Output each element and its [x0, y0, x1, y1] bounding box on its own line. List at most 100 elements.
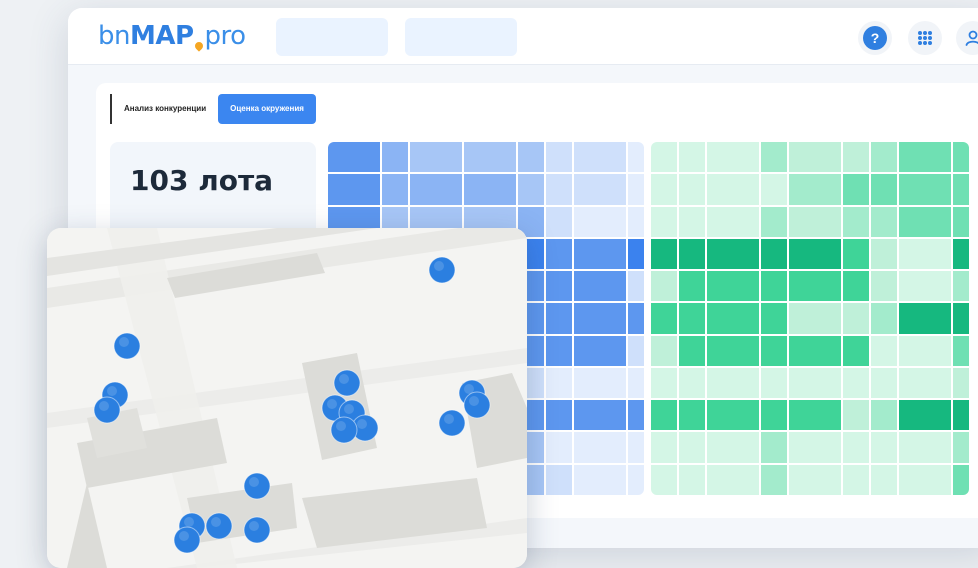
- green-heatmap-cell[interactable]: [707, 432, 759, 463]
- green-heatmap-cell[interactable]: [871, 464, 897, 495]
- green-heatmap-cell[interactable]: [871, 303, 897, 334]
- green-heatmap-cell[interactable]: [871, 432, 897, 463]
- green-heatmap-cell[interactable]: [679, 174, 705, 205]
- green-heatmap-cell[interactable]: [761, 464, 787, 495]
- green-heatmap-cell[interactable]: [761, 400, 787, 431]
- green-heatmap-cell[interactable]: [899, 238, 951, 270]
- bnmap-logo[interactable]: bnMAP pro: [98, 20, 246, 52]
- user-profile-button[interactable]: [956, 21, 978, 55]
- blue-heatmap-cell[interactable]: [546, 206, 572, 237]
- blue-heatmap-cell[interactable]: [546, 303, 572, 334]
- green-heatmap-cell[interactable]: [871, 174, 897, 205]
- green-heatmap-cell[interactable]: [707, 174, 759, 205]
- apps-menu-button[interactable]: [908, 21, 942, 55]
- green-heatmap-cell[interactable]: [843, 464, 869, 495]
- green-heatmap-cell[interactable]: [651, 367, 677, 399]
- green-heatmap-cell[interactable]: [899, 464, 951, 495]
- green-heatmap-cell[interactable]: [679, 238, 705, 270]
- green-heatmap-cell[interactable]: [899, 174, 951, 205]
- green-heatmap-cell[interactable]: [707, 271, 759, 302]
- green-heatmap-cell[interactable]: [707, 238, 759, 270]
- green-heatmap-cell[interactable]: [953, 206, 969, 237]
- blue-heatmap-cell[interactable]: [464, 142, 516, 173]
- green-heatmap-cell[interactable]: [843, 206, 869, 237]
- green-heatmap-cell[interactable]: [761, 432, 787, 463]
- blue-heatmap-cell[interactable]: [464, 174, 516, 205]
- green-heatmap-cell[interactable]: [789, 464, 841, 495]
- green-heatmap-cell[interactable]: [871, 238, 897, 270]
- blue-heatmap-cell[interactable]: [546, 174, 572, 205]
- blue-heatmap-cell[interactable]: [328, 174, 380, 205]
- green-heatmap-cell[interactable]: [953, 271, 969, 302]
- green-heatmap-cell[interactable]: [651, 174, 677, 205]
- green-heatmap-cell[interactable]: [707, 464, 759, 495]
- green-heatmap-cell[interactable]: [789, 142, 841, 173]
- tab-competition-analysis[interactable]: Анализ конкуренции: [112, 94, 218, 124]
- green-heatmap-cell[interactable]: [953, 174, 969, 205]
- blue-heatmap-cell[interactable]: [574, 464, 626, 495]
- green-heatmap-cell[interactable]: [953, 142, 969, 173]
- tab-environment-assessment[interactable]: Оценка окружения: [218, 94, 316, 124]
- green-heatmap-cell[interactable]: [679, 464, 705, 495]
- blue-heatmap-cell[interactable]: [518, 142, 544, 173]
- blue-heatmap-cell[interactable]: [628, 142, 644, 173]
- green-heatmap-cell[interactable]: [843, 174, 869, 205]
- green-heatmap-cell[interactable]: [679, 271, 705, 302]
- blue-heatmap-cell[interactable]: [574, 142, 626, 173]
- blue-heatmap-cell[interactable]: [518, 174, 544, 205]
- blue-heatmap-cell[interactable]: [628, 400, 644, 431]
- blue-heatmap-cell[interactable]: [628, 174, 644, 205]
- green-heatmap-cell[interactable]: [651, 400, 677, 431]
- green-heatmap-cell[interactable]: [899, 271, 951, 302]
- green-heatmap-cell[interactable]: [761, 367, 787, 399]
- blue-heatmap-cell[interactable]: [574, 432, 626, 463]
- green-heatmap-cell[interactable]: [789, 303, 841, 334]
- green-heatmap-cell[interactable]: [871, 271, 897, 302]
- blue-heatmap-cell[interactable]: [546, 335, 572, 366]
- green-heatmap-cell[interactable]: [789, 271, 841, 302]
- green-heatmap-cell[interactable]: [789, 174, 841, 205]
- green-heatmap-cell[interactable]: [843, 142, 869, 173]
- green-heatmap-cell[interactable]: [843, 432, 869, 463]
- green-heatmap-cell[interactable]: [761, 335, 787, 366]
- green-heatmap-cell[interactable]: [651, 464, 677, 495]
- green-heatmap-cell[interactable]: [679, 400, 705, 431]
- green-heatmap-cell[interactable]: [899, 142, 951, 173]
- green-heatmap-cell[interactable]: [707, 206, 759, 237]
- green-heatmap-cell[interactable]: [871, 400, 897, 431]
- blue-heatmap-cell[interactable]: [628, 367, 644, 399]
- green-heatmap-cell[interactable]: [679, 432, 705, 463]
- map-preview[interactable]: [47, 228, 527, 568]
- green-heatmap-cell[interactable]: [761, 142, 787, 173]
- green-heatmap-cell[interactable]: [843, 335, 869, 366]
- blue-heatmap-cell[interactable]: [628, 303, 644, 334]
- blue-heatmap-cell[interactable]: [546, 432, 572, 463]
- green-heatmap-cell[interactable]: [789, 238, 841, 270]
- green-heatmap-cell[interactable]: [679, 367, 705, 399]
- blue-heatmap-cell[interactable]: [574, 271, 626, 302]
- blue-heatmap-cell[interactable]: [574, 367, 626, 399]
- blue-heatmap-cell[interactable]: [574, 400, 626, 431]
- blue-heatmap-cell[interactable]: [628, 238, 644, 270]
- blue-heatmap-cell[interactable]: [574, 335, 626, 366]
- green-heatmap-cell[interactable]: [789, 206, 841, 237]
- green-heatmap-cell[interactable]: [789, 335, 841, 366]
- blue-heatmap-cell[interactable]: [574, 206, 626, 237]
- blue-heatmap-cell[interactable]: [328, 142, 380, 173]
- green-heatmap-cell[interactable]: [843, 303, 869, 334]
- green-heatmap-cell[interactable]: [953, 335, 969, 366]
- green-heatmap-cell[interactable]: [899, 303, 951, 334]
- green-heatmap-cell[interactable]: [899, 400, 951, 431]
- green-heatmap-cell[interactable]: [651, 432, 677, 463]
- blue-heatmap-cell[interactable]: [410, 174, 462, 205]
- blue-heatmap-cell[interactable]: [546, 271, 572, 302]
- green-heatmap-cell[interactable]: [953, 238, 969, 270]
- help-button[interactable]: ?: [858, 21, 892, 55]
- blue-heatmap-cell[interactable]: [628, 335, 644, 366]
- green-heatmap-cell[interactable]: [761, 206, 787, 237]
- blue-heatmap-cell[interactable]: [574, 238, 626, 270]
- blue-heatmap-cell[interactable]: [628, 432, 644, 463]
- green-heatmap-cell[interactable]: [761, 303, 787, 334]
- blue-heatmap-cell[interactable]: [628, 271, 644, 302]
- green-heatmap-cell[interactable]: [651, 142, 677, 173]
